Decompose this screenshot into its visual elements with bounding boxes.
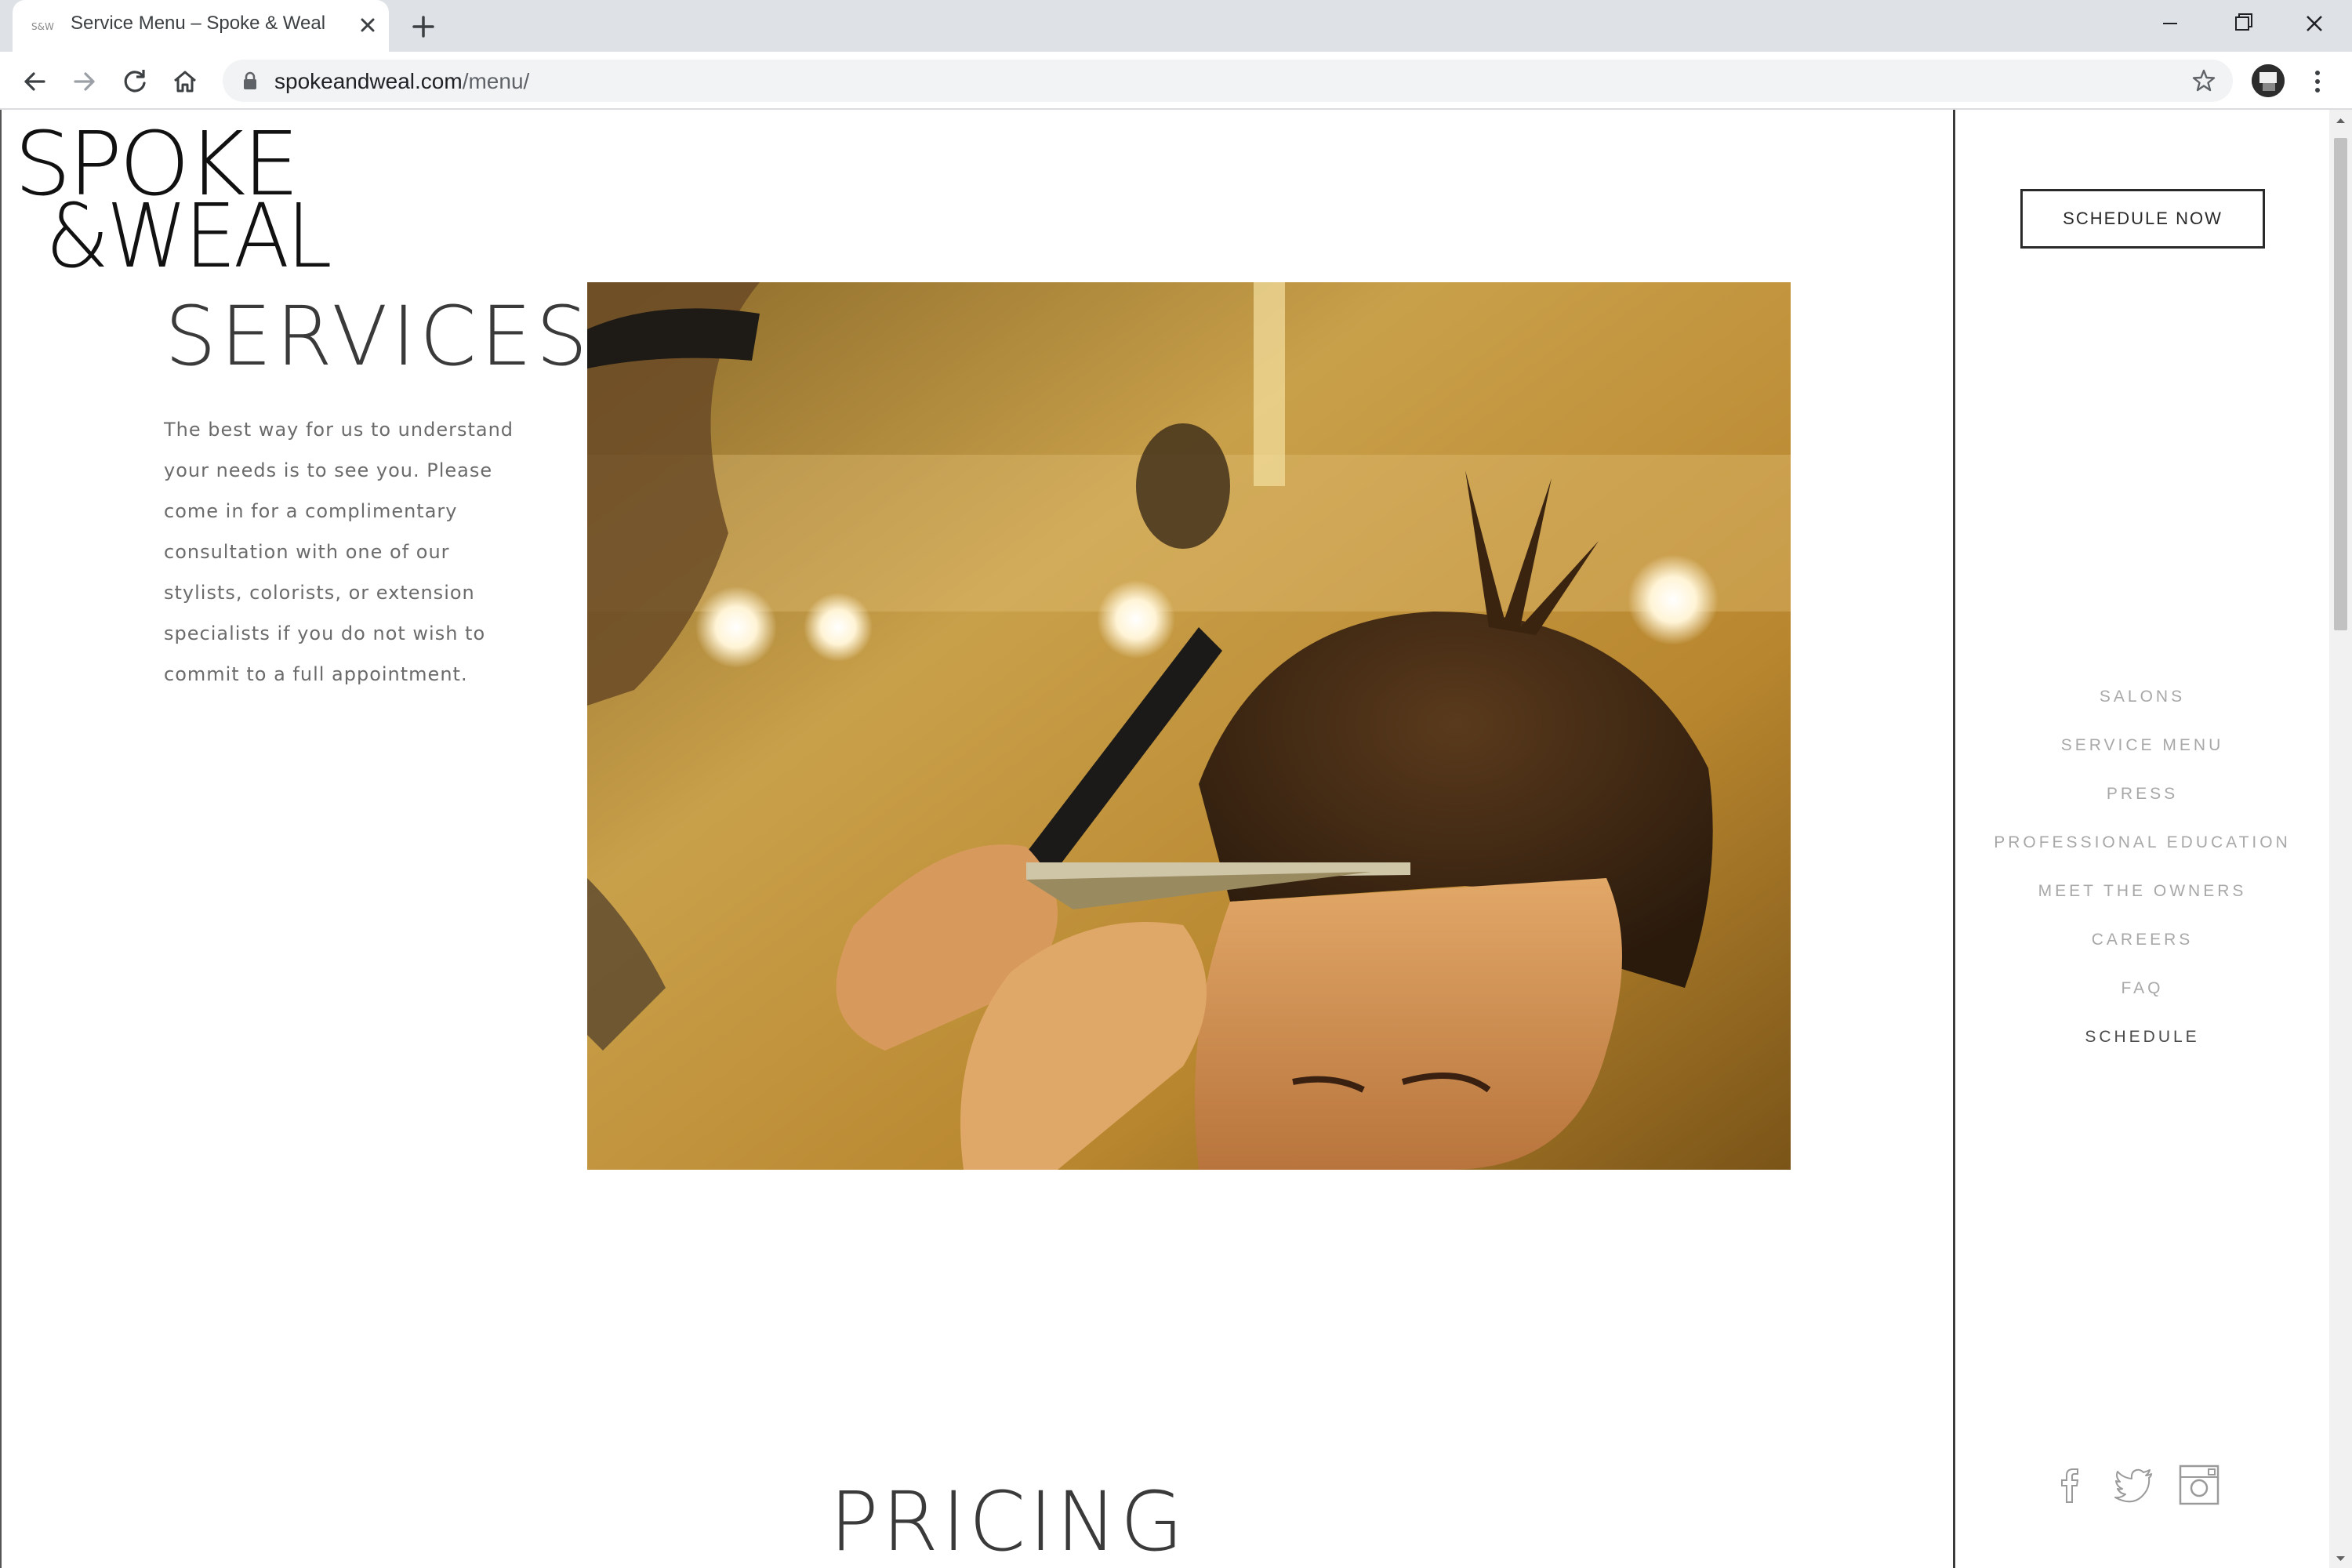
profile-avatar-icon[interactable] (2252, 64, 2285, 97)
browser-tabstrip: S&W Service Menu – Spoke & Weal (0, 0, 2352, 52)
browser-toolbar: spokeandweal.com/menu/ (0, 52, 2352, 110)
browser-tab[interactable]: S&W Service Menu – Spoke & Weal (13, 0, 389, 52)
url-text[interactable]: spokeandweal.com/menu/ (274, 69, 529, 94)
url-path: /menu/ (462, 69, 530, 93)
home-icon[interactable] (169, 66, 201, 97)
site-nav: SALONS SERVICE MENU PRESS PROFESSIONAL E… (1955, 673, 2329, 1062)
close-tab-icon[interactable] (354, 12, 381, 38)
close-window-icon[interactable] (2278, 0, 2350, 47)
reload-icon[interactable] (119, 66, 151, 97)
browser-menu-icon[interactable] (2308, 67, 2327, 96)
restore-icon[interactable] (2206, 0, 2278, 47)
svg-text:&WEAL: &WEAL (45, 186, 330, 271)
nav-item-service-menu[interactable]: SERVICE MENU (1955, 721, 2329, 770)
url-domain: spokeandweal.com (274, 69, 463, 93)
scroll-down-arrow-icon[interactable] (2329, 1549, 2352, 1568)
minimize-icon[interactable] (2134, 0, 2206, 47)
nav-item-faq[interactable]: FAQ (1955, 964, 2329, 1013)
page-scrollbar[interactable] (2329, 110, 2352, 1568)
right-nav-panel: SCHEDULE NOW SALONS SERVICE MENU PRESS P… (1953, 110, 2329, 1568)
schedule-now-button[interactable]: SCHEDULE NOW (2020, 189, 2265, 249)
page-left-border (0, 110, 2, 1568)
nav-item-salons[interactable]: SALONS (1955, 673, 2329, 721)
site-favicon-icon: S&W (31, 21, 54, 32)
web-page: SPOKE &WEAL SERVICES The best way for us… (0, 110, 2352, 1568)
services-heading: SERVICES (165, 289, 592, 384)
facebook-icon[interactable] (2048, 1463, 2092, 1507)
instagram-icon[interactable] (2177, 1463, 2221, 1507)
nav-item-professional-education[interactable]: PROFESSIONAL EDUCATION (1955, 818, 2329, 867)
svg-text:S&W: S&W (31, 21, 54, 32)
services-intro-text: The best way for us to understand your n… (164, 419, 514, 685)
pricing-heading: PRICING (829, 1474, 1187, 1568)
bookmark-star-icon[interactable] (2190, 67, 2217, 94)
forward-arrow-icon[interactable] (69, 66, 100, 97)
tab-title: Service Menu – Spoke & Weal (71, 13, 326, 34)
nav-item-press[interactable]: PRESS (1955, 770, 2329, 818)
nav-item-careers[interactable]: CAREERS (1955, 916, 2329, 964)
nav-item-meet-the-owners[interactable]: MEET THE OWNERS (1955, 867, 2329, 916)
nav-item-schedule[interactable]: SCHEDULE (1955, 1013, 2329, 1062)
lock-icon[interactable] (241, 71, 259, 90)
scrollbar-thumb[interactable] (2334, 138, 2347, 630)
twitter-icon[interactable] (2112, 1463, 2156, 1507)
new-tab-icon[interactable] (408, 11, 439, 42)
hero-haircut-image (587, 282, 1791, 1170)
address-bar[interactable]: spokeandweal.com/menu/ (223, 60, 2233, 102)
back-arrow-icon[interactable] (19, 66, 50, 97)
spoke-and-weal-logo[interactable]: SPOKE &WEAL (14, 125, 331, 271)
scroll-up-arrow-icon[interactable] (2329, 111, 2352, 130)
